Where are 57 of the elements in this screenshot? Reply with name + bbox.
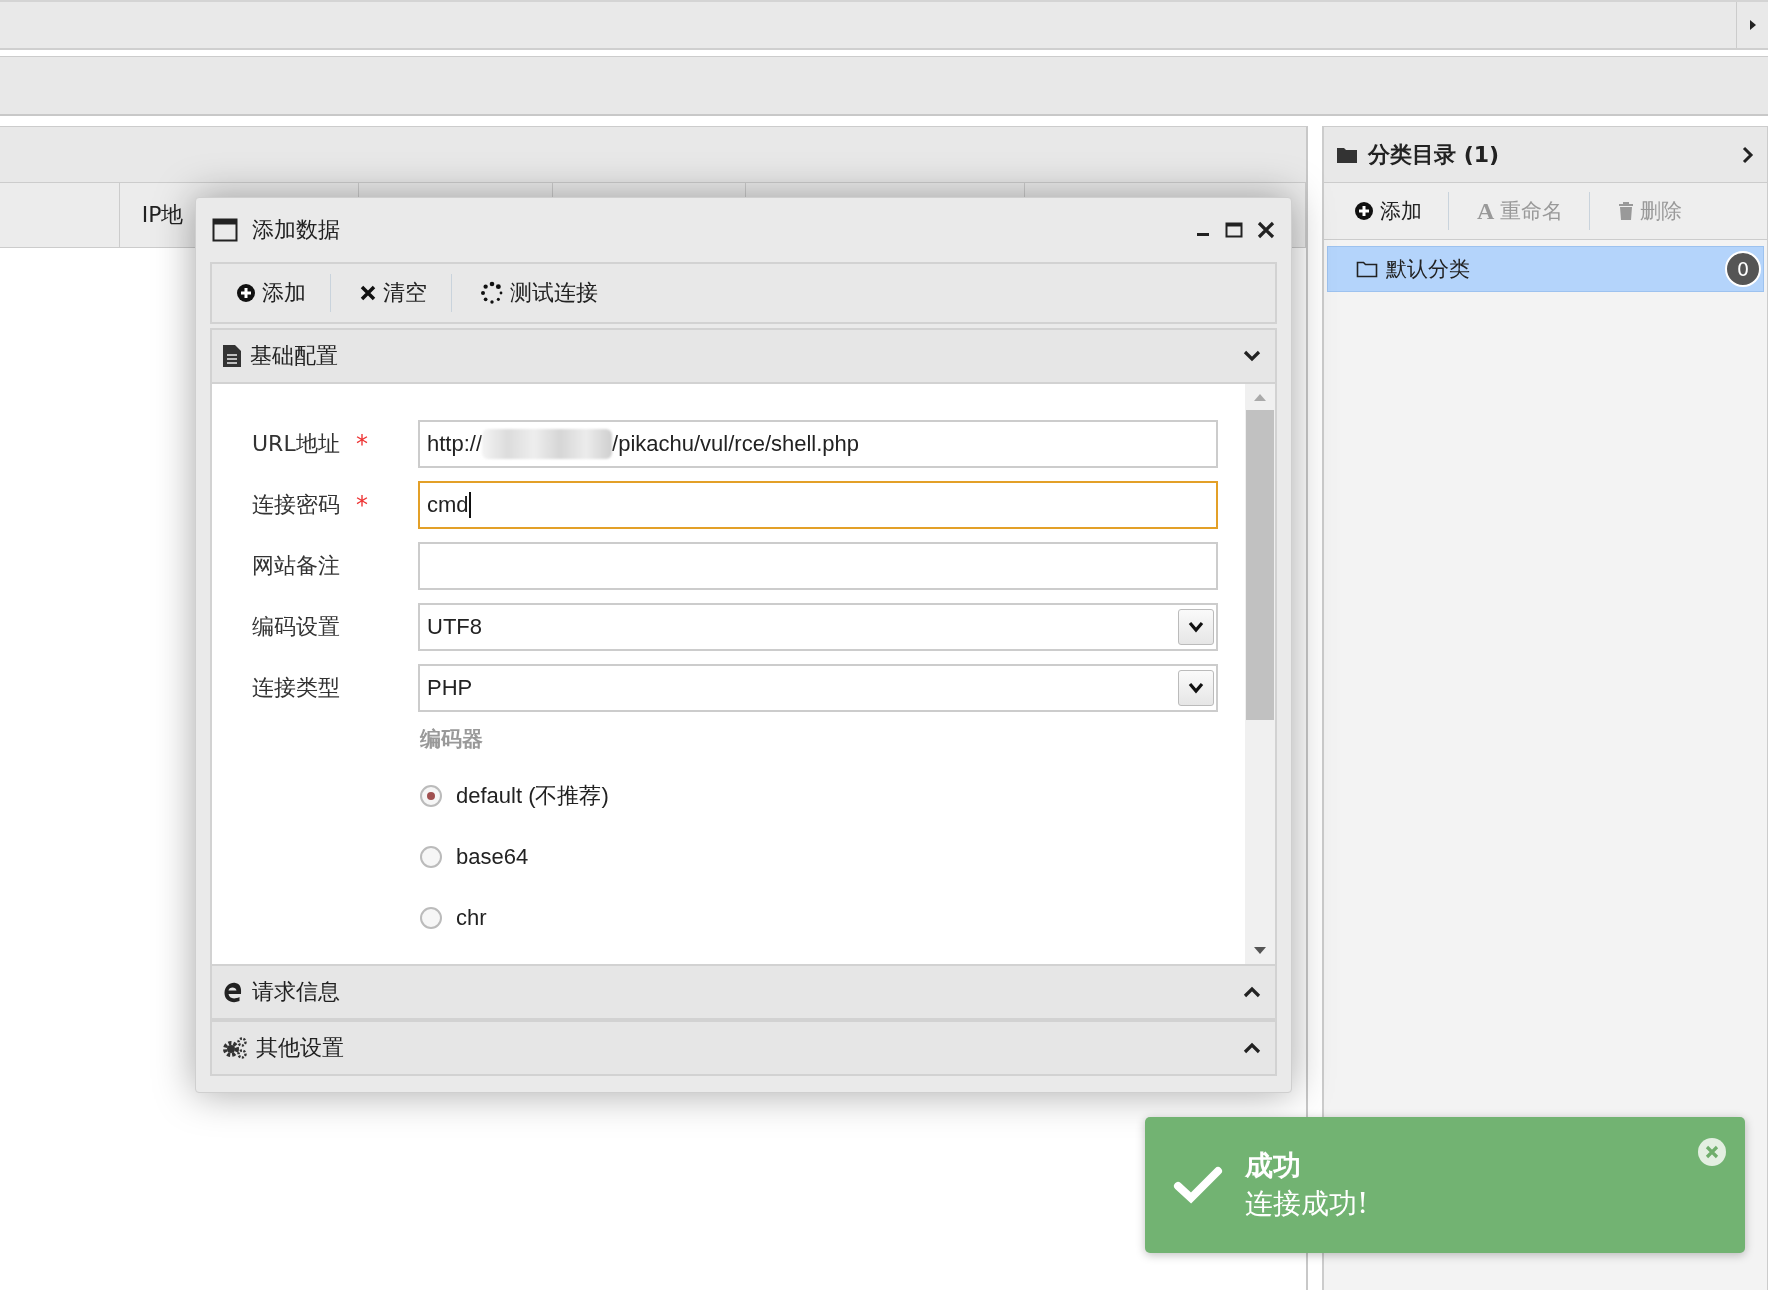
close-button[interactable] <box>1257 221 1275 239</box>
dropdown[interactable]: PHP <box>418 664 1218 712</box>
category-item[interactable]: 默认分类 0 <box>1327 246 1764 292</box>
close-icon <box>359 284 377 302</box>
radio-option[interactable]: default (不推荐) <box>420 765 1223 826</box>
field-label: 网站备注 <box>252 552 341 580</box>
chevron-down-icon <box>1188 682 1204 694</box>
spinner-icon <box>480 281 504 305</box>
radio-button[interactable] <box>420 784 442 807</box>
chevron-down-icon <box>1243 350 1261 362</box>
folder-icon <box>1336 145 1358 164</box>
panel-title: 分类目录 (1) <box>1368 140 1500 169</box>
encoder-label: 编码器 <box>420 726 484 753</box>
dialog-title: 添加数据 <box>252 216 340 244</box>
field-label: 连接类型 <box>252 674 341 702</box>
dropdown[interactable]: UTF8 <box>418 603 1218 651</box>
test-button[interactable]: 测试连接 <box>480 278 622 308</box>
field-label: 编码设置 <box>252 613 341 641</box>
window-icon <box>212 218 238 242</box>
radio-button[interactable] <box>420 845 442 868</box>
chevron-right-icon[interactable] <box>1741 145 1755 164</box>
gears-icon <box>222 1036 248 1060</box>
field-label: URL地址 <box>252 430 341 458</box>
section-header[interactable]: 其他设置 <box>210 1020 1277 1076</box>
input-field[interactable]: cmd <box>418 481 1218 529</box>
scrollbar[interactable] <box>1245 384 1275 964</box>
toast-title: 成功 <box>1245 1148 1302 1184</box>
add-button[interactable]: 添加 <box>236 278 330 308</box>
plus-circle-icon <box>1354 201 1374 221</box>
chevron-down-icon <box>1188 621 1204 633</box>
count-badge: 0 <box>1725 251 1761 287</box>
chevron-up-icon <box>1243 986 1261 998</box>
scroll-down-icon[interactable] <box>1253 946 1267 956</box>
field-label: 连接密码 <box>252 491 341 519</box>
dropdown-button[interactable] <box>1178 609 1214 645</box>
checkmark-icon <box>1173 1165 1223 1205</box>
radio-button[interactable] <box>420 906 442 929</box>
chevron-up-icon <box>1243 1042 1261 1054</box>
caret-right-icon <box>1747 18 1758 32</box>
document-icon <box>222 344 242 368</box>
folder-icon <box>1356 260 1378 278</box>
maximize-button[interactable] <box>1225 222 1243 238</box>
browser-e-icon <box>222 980 244 1004</box>
dropdown-button[interactable] <box>1178 670 1214 706</box>
add-button[interactable]: 添加 <box>1354 197 1448 225</box>
section-header[interactable]: 基础配置 <box>210 328 1277 384</box>
input-field[interactable]: http:// /pikachu/vul/rce/shell.php <box>418 420 1218 468</box>
toast-message: 连接成功! <box>1245 1186 1369 1222</box>
required-asterisk: * <box>356 430 368 458</box>
plus-circle-icon <box>236 283 256 303</box>
section-header[interactable]: 请求信息 <box>210 964 1277 1020</box>
radio-option[interactable]: base64 <box>420 826 1223 887</box>
clear-button[interactable]: 清空 <box>359 278 451 308</box>
trash-icon <box>1618 201 1635 221</box>
required-asterisk: * <box>356 491 368 519</box>
input-field[interactable] <box>418 542 1218 590</box>
radio-option[interactable]: chr <box>420 887 1223 948</box>
